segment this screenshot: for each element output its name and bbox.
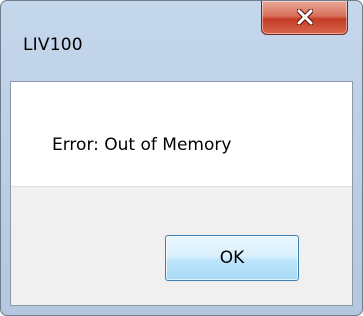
button-area: OK [11,186,352,305]
error-dialog: LIV100 Error: Out of Memory OK [0,0,363,316]
error-message: Error: Out of Memory [52,135,232,155]
close-icon [297,9,313,25]
close-button[interactable] [261,1,348,35]
dialog-content: Error: Out of Memory OK [10,81,353,306]
ok-button[interactable]: OK [165,235,299,281]
title-bar[interactable]: LIV100 [1,1,362,81]
window-title: LIV100 [23,35,83,55]
